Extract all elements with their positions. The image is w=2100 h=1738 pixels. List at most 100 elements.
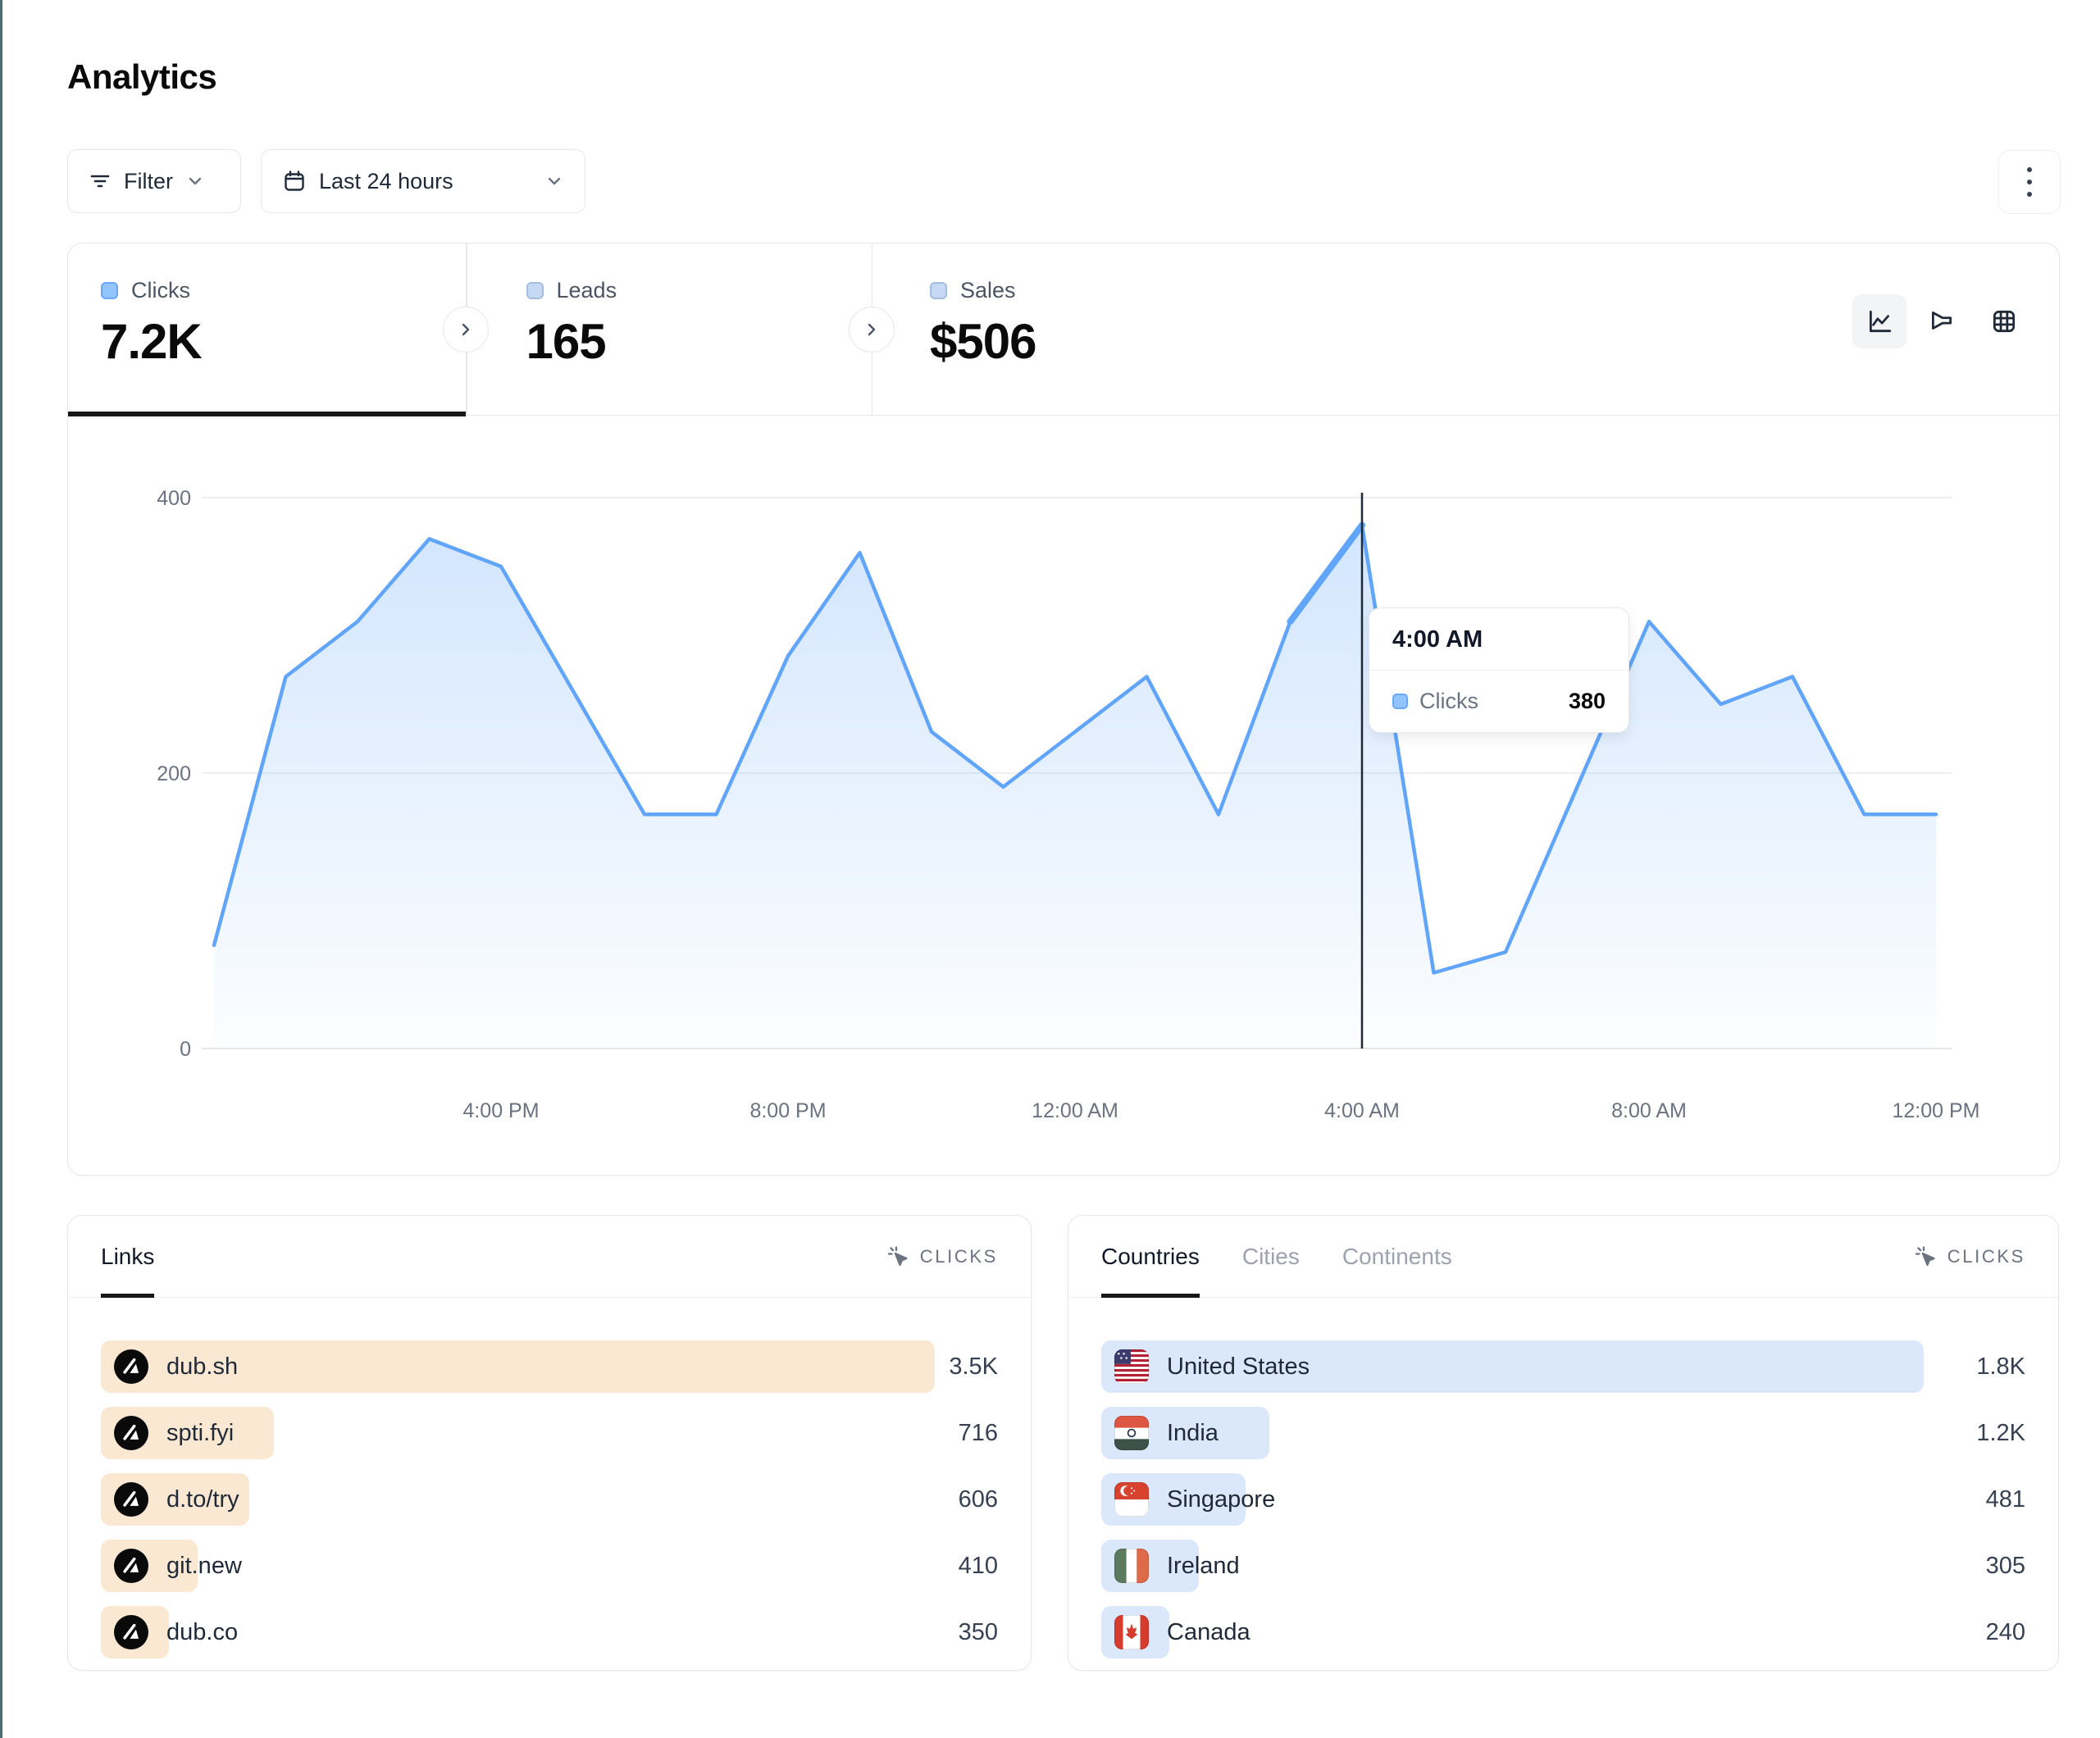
country-clicks-value: 240 bbox=[1986, 1619, 2025, 1646]
tooltip-series-label: Clicks bbox=[1419, 689, 1557, 714]
tab-sales[interactable]: Sales $506 bbox=[872, 243, 1274, 415]
tab-leads[interactable]: Leads 165 bbox=[467, 243, 872, 415]
link-row[interactable]: spti.fyi 716 bbox=[101, 1407, 998, 1459]
country-label: Singapore bbox=[1167, 1486, 1275, 1513]
country-clicks-value: 1.8K bbox=[1976, 1354, 2025, 1381]
tooltip-series-chip bbox=[1392, 694, 1408, 709]
clicks-tab-label: Clicks bbox=[131, 278, 190, 303]
dub-logo-icon bbox=[114, 1615, 148, 1649]
dub-logo-icon bbox=[114, 1416, 148, 1450]
table-mode-button[interactable] bbox=[1977, 294, 2031, 348]
chart-mode-switcher bbox=[1852, 294, 2031, 348]
country-row[interactable]: India 1.2K bbox=[1101, 1407, 2025, 1459]
country-flag-icon bbox=[1114, 1549, 1149, 1583]
link-label: d.to/try bbox=[166, 1486, 239, 1513]
dub-logo-icon bbox=[114, 1482, 148, 1517]
countries-panel-header: Countries Cities Continents CLICKS bbox=[1068, 1216, 2058, 1298]
link-row[interactable]: dub.co 350 bbox=[101, 1606, 998, 1658]
page-title: Analytics bbox=[67, 57, 216, 97]
table-grid-icon bbox=[1990, 307, 2018, 335]
funnel-chart-mode-button[interactable] bbox=[1915, 294, 1969, 348]
calendar-icon bbox=[283, 170, 306, 193]
country-row[interactable]: Ireland 305 bbox=[1101, 1540, 2025, 1592]
link-row[interactable]: dub.sh 3.5K bbox=[101, 1340, 998, 1393]
sales-legend-chip bbox=[930, 282, 947, 299]
tab-links[interactable]: Links bbox=[101, 1216, 154, 1297]
country-row[interactable]: Canada 240 bbox=[1101, 1606, 2025, 1658]
links-metric-label: CLICKS bbox=[920, 1246, 998, 1267]
expand-leads-button[interactable] bbox=[849, 307, 895, 353]
country-flag-icon bbox=[1114, 1615, 1149, 1649]
countries-list: United States 1.8K India 1.2K Singapore … bbox=[1068, 1298, 2058, 1658]
links-metric-header[interactable]: CLICKS bbox=[886, 1244, 998, 1269]
date-range-button[interactable]: Last 24 hours bbox=[261, 149, 585, 213]
line-chart-icon bbox=[1865, 307, 1893, 335]
countries-metric-header[interactable]: CLICKS bbox=[1913, 1244, 2025, 1269]
tooltip-time: 4:00 AM bbox=[1369, 608, 1629, 671]
country-flag-icon bbox=[1114, 1349, 1149, 1384]
link-clicks-value: 350 bbox=[959, 1619, 998, 1646]
filter-button[interactable]: Filter bbox=[67, 149, 241, 213]
svg-text:200: 200 bbox=[157, 762, 191, 785]
countries-panel: Countries Cities Continents CLICKS Unite… bbox=[1068, 1215, 2059, 1671]
expand-clicks-button[interactable] bbox=[443, 307, 489, 353]
links-list: dub.sh 3.5K spti.fyi 716 d.to/try 606 bbox=[68, 1298, 1031, 1658]
svg-text:8:00 AM: 8:00 AM bbox=[1611, 1099, 1687, 1122]
more-options-button[interactable] bbox=[1998, 150, 2061, 214]
funnel-chart-icon bbox=[1928, 307, 1956, 335]
tooltip-series-value: 380 bbox=[1569, 689, 1606, 714]
svg-text:12:00 PM: 12:00 PM bbox=[1892, 1099, 1979, 1122]
clicks-tab-value: 7.2K bbox=[101, 313, 466, 370]
country-clicks-value: 1.2K bbox=[1976, 1420, 2025, 1447]
link-row[interactable]: git.new 410 bbox=[101, 1540, 998, 1592]
svg-text:4:00 AM: 4:00 AM bbox=[1324, 1099, 1400, 1122]
tab-continents[interactable]: Continents bbox=[1342, 1216, 1452, 1297]
leads-tab-label: Leads bbox=[557, 278, 617, 303]
svg-text:400: 400 bbox=[157, 487, 191, 510]
link-label: dub.sh bbox=[166, 1354, 238, 1381]
link-row[interactable]: d.to/try 606 bbox=[101, 1473, 998, 1526]
clicks-time-series-chart[interactable]: 0 200 400 4:00 PM 8:00 PM 12:00 AM 4:00 AM 8:00… bbox=[68, 416, 2059, 1173]
link-label: dub.co bbox=[166, 1619, 238, 1646]
country-label: United States bbox=[1167, 1354, 1310, 1381]
countries-metric-label: CLICKS bbox=[1947, 1246, 2025, 1267]
link-clicks-value: 716 bbox=[959, 1420, 998, 1447]
svg-text:4:00 PM: 4:00 PM bbox=[462, 1099, 539, 1122]
sales-tab-label: Sales bbox=[960, 278, 1016, 303]
svg-text:12:00 AM: 12:00 AM bbox=[1032, 1099, 1118, 1122]
stats-tabs-row: Clicks 7.2K Leads 165 Sales bbox=[68, 243, 2059, 416]
chevron-down-icon bbox=[186, 172, 204, 190]
leads-tab-value: 165 bbox=[526, 313, 872, 370]
svg-text:0: 0 bbox=[180, 1038, 191, 1061]
tab-cities[interactable]: Cities bbox=[1242, 1216, 1300, 1297]
line-chart-mode-button[interactable] bbox=[1852, 294, 1906, 348]
links-panel: Links CLICKS dub.sh 3.5K spti.fyi 716 bbox=[67, 1215, 1032, 1671]
area-chart-canvas: 0 200 400 4:00 PM 8:00 PM 12:00 AM 4:00 AM 8:00… bbox=[68, 416, 2058, 1173]
cursor-click-icon bbox=[1913, 1244, 1938, 1269]
analytics-chart-card: Clicks 7.2K Leads 165 Sales bbox=[67, 243, 2060, 1176]
link-clicks-value: 410 bbox=[959, 1553, 998, 1580]
country-flag-icon bbox=[1114, 1416, 1149, 1450]
kebab-icon bbox=[2025, 165, 2034, 199]
leads-legend-chip bbox=[526, 282, 544, 299]
country-flag-icon bbox=[1114, 1482, 1149, 1517]
dub-logo-icon bbox=[114, 1349, 148, 1384]
link-label: spti.fyi bbox=[166, 1420, 234, 1447]
country-row[interactable]: Singapore 481 bbox=[1101, 1473, 2025, 1526]
clicks-legend-chip bbox=[101, 282, 118, 299]
links-panel-header: Links CLICKS bbox=[68, 1216, 1031, 1298]
cursor-click-icon bbox=[886, 1244, 910, 1269]
svg-text:8:00 PM: 8:00 PM bbox=[749, 1099, 826, 1122]
window-edge-strip bbox=[0, 0, 2, 1738]
country-row[interactable]: United States 1.8K bbox=[1101, 1340, 2025, 1393]
tab-countries[interactable]: Countries bbox=[1101, 1216, 1200, 1297]
country-clicks-value: 481 bbox=[1986, 1486, 2025, 1513]
filter-button-label: Filter bbox=[124, 169, 173, 194]
sales-tab-value: $506 bbox=[930, 313, 1274, 370]
chart-tooltip: 4:00 AM Clicks 380 bbox=[1369, 607, 1629, 733]
filter-icon bbox=[89, 171, 111, 192]
country-label: Ireland bbox=[1167, 1553, 1240, 1580]
tab-clicks[interactable]: Clicks 7.2K bbox=[68, 243, 466, 415]
country-label: India bbox=[1167, 1420, 1219, 1447]
chevron-down-icon bbox=[545, 172, 563, 190]
